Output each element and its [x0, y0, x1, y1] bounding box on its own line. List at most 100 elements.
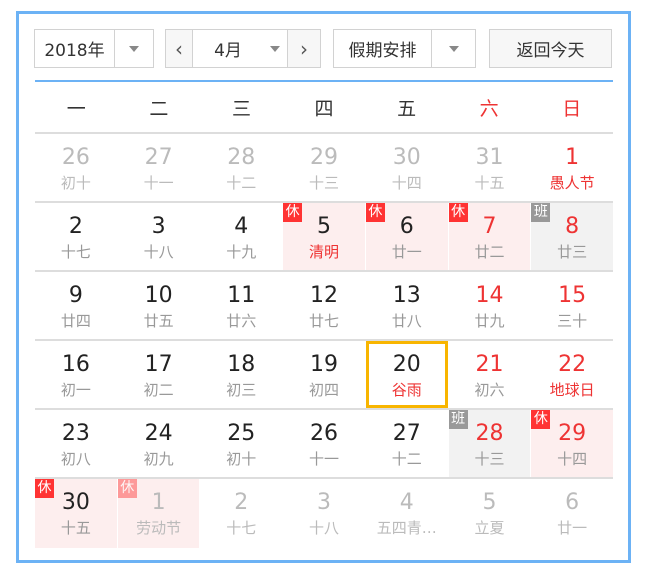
lunar-date: 初十: [226, 450, 257, 468]
day-number: 27: [392, 421, 421, 446]
week-row: 2 十七 3 十八 4 十九 休 5 清明休 6 廿一休 7 廿二班 8 廿三: [35, 203, 614, 272]
weekday-label: 二: [149, 98, 169, 120]
day-cell-selected[interactable]: 20 谷雨: [365, 341, 448, 408]
day-cell[interactable]: 休 6 廿一: [365, 203, 448, 270]
day-cell[interactable]: 15 三十: [531, 272, 613, 339]
day-cell[interactable]: 6 廿一: [531, 479, 613, 548]
day-number: 26: [61, 145, 90, 170]
lunar-date: 十五: [474, 174, 505, 192]
day-number: 6: [565, 490, 580, 515]
day-cell[interactable]: 1 愚人节: [531, 134, 613, 201]
day-number: 20: [392, 352, 421, 377]
lunar-date: 初四: [309, 381, 340, 399]
day-cell[interactable]: 14 廿九: [449, 272, 531, 339]
lunar-date: 十二: [391, 450, 422, 468]
day-cell[interactable]: 26 十一: [283, 410, 365, 477]
day-number: 4: [234, 214, 249, 239]
year-select[interactable]: 2018年: [34, 29, 154, 68]
day-number: 17: [144, 352, 173, 377]
year-value: 2018年: [35, 30, 115, 67]
day-cell[interactable]: 4 五四青…: [366, 479, 448, 548]
day-cell[interactable]: 21 初六: [449, 341, 531, 408]
day-number: 27: [144, 145, 173, 170]
work-day-badge: 班: [531, 203, 551, 222]
work-day-badge: 班: [448, 410, 468, 429]
day-number: 30: [392, 145, 421, 170]
day-number: 2: [68, 214, 83, 239]
day-cell[interactable]: 28 十二: [200, 134, 282, 201]
day-cell[interactable]: 16 初一: [35, 341, 117, 408]
lunar-date: 廿五: [143, 312, 174, 330]
lunar-date: 十九: [226, 243, 257, 261]
lunar-date: 初六: [474, 381, 505, 399]
day-cell[interactable]: 4 十九: [200, 203, 282, 270]
day-cell[interactable]: 2 十七: [200, 479, 282, 548]
day-cell[interactable]: 12 廿七: [283, 272, 365, 339]
day-cell[interactable]: 22 地球日: [531, 341, 613, 408]
day-cell[interactable]: 休 30 十五: [35, 479, 117, 548]
day-cell[interactable]: 30 十四: [366, 134, 448, 201]
day-cell[interactable]: 休 29 十四: [531, 410, 614, 477]
chevron-down-icon: [129, 45, 139, 52]
chevron-down-icon[interactable]: [270, 45, 280, 52]
lunar-date: 十八: [143, 243, 174, 261]
day-cell[interactable]: 3 十八: [283, 479, 365, 548]
day-cell[interactable]: 26 初十: [35, 134, 117, 201]
lunar-date: 廿三: [557, 243, 588, 261]
day-cell[interactable]: 29 十三: [283, 134, 365, 201]
day-cell[interactable]: 5 立夏: [449, 479, 531, 548]
day-cell[interactable]: 班 8 廿三: [531, 203, 614, 270]
day-cell[interactable]: 13 廿八: [366, 272, 448, 339]
day-cell[interactable]: 10 廿五: [118, 272, 200, 339]
lunar-date: 初九: [143, 450, 174, 468]
lunar-date: 谷雨: [391, 381, 422, 399]
day-number: 14: [475, 283, 504, 308]
day-cell[interactable]: 27 十二: [366, 410, 448, 477]
day-number: 23: [61, 421, 90, 446]
day-cell[interactable]: 31 十五: [449, 134, 531, 201]
day-number: 12: [310, 283, 339, 308]
day-cell[interactable]: 3 十八: [118, 203, 200, 270]
calendar-grid: 26 初十 27 十一 28 十二 29 十三 30 十四 31 十五 1 愚人节 2 十七 3 十八 4 十九休 5 清…: [35, 134, 614, 548]
rest-day-badge: 休: [35, 479, 54, 498]
day-cell[interactable]: 班 28 十三: [448, 410, 531, 477]
weekday-label: 六: [479, 98, 499, 120]
lunar-date: 十七: [226, 519, 257, 537]
weekday-label: 日: [562, 98, 582, 120]
day-cell[interactable]: 19 初四: [283, 341, 365, 408]
day-cell[interactable]: 18 初三: [200, 341, 282, 408]
day-number: 9: [68, 283, 83, 308]
back-to-today-button[interactable]: 返回今天: [489, 29, 612, 68]
weekday-label: 三: [231, 98, 251, 120]
day-number: 22: [558, 352, 587, 377]
day-cell[interactable]: 休 7 廿二: [448, 203, 531, 270]
day-number: 11: [227, 283, 256, 308]
lunar-date: 初二: [143, 381, 174, 399]
lunar-date: 十五: [60, 519, 91, 537]
day-number: 15: [558, 283, 587, 308]
prev-month-button[interactable]: ‹: [166, 30, 193, 67]
day-cell[interactable]: 24 初九: [118, 410, 200, 477]
day-number: 21: [475, 352, 504, 377]
day-cell[interactable]: 25 初十: [200, 410, 282, 477]
month-select[interactable]: 4月: [193, 30, 263, 67]
day-cell[interactable]: 2 十七: [35, 203, 117, 270]
lunar-date: 清明: [309, 243, 340, 261]
lunar-date: 愚人节: [549, 174, 595, 192]
day-number: 2: [234, 490, 249, 515]
day-cell[interactable]: 9 廿四: [35, 272, 117, 339]
weekday-label: 一: [66, 98, 86, 120]
lunar-date: 廿四: [60, 312, 91, 330]
day-cell[interactable]: 休 1 劳动节: [117, 479, 200, 548]
day-cell[interactable]: 11 廿六: [200, 272, 282, 339]
day-number: 24: [144, 421, 173, 446]
day-number: 1: [565, 145, 580, 170]
day-cell[interactable]: 27 十一: [118, 134, 200, 201]
lunar-date: 五四青…: [376, 519, 437, 537]
day-number: 10: [144, 283, 173, 308]
day-cell[interactable]: 23 初八: [35, 410, 117, 477]
day-cell[interactable]: 17 初二: [118, 341, 200, 408]
day-cell[interactable]: 休 5 清明: [283, 203, 365, 270]
holiday-select[interactable]: 假期安排: [333, 29, 476, 68]
next-month-button[interactable]: ›: [288, 30, 320, 67]
